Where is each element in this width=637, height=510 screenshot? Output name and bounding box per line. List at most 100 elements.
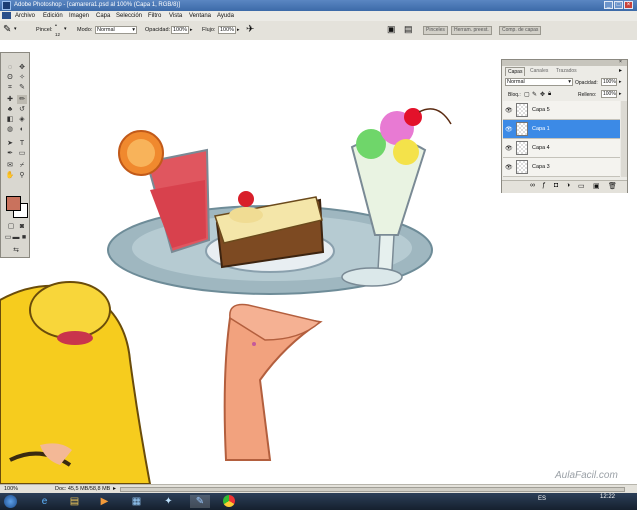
history-brush-icon[interactable]: ↺ — [17, 105, 27, 114]
pen-tool-icon[interactable]: ✒ — [5, 149, 15, 158]
minimize-button[interactable]: _ — [604, 1, 613, 9]
new-layer-icon[interactable]: ▣ — [593, 182, 600, 190]
opacity-arrow-icon[interactable]: ▸ — [190, 27, 193, 33]
notes-tool-icon[interactable]: ✉ — [5, 161, 15, 170]
lock-all-icon[interactable]: 🔒︎ — [548, 91, 551, 98]
visibility-eye-icon[interactable]: 👁︎ — [505, 107, 513, 114]
photoshop-thumb-icon[interactable]: ▦ — [130, 495, 143, 508]
marquee-tool-icon[interactable]: ◌ — [5, 63, 15, 72]
eraser-tool-icon[interactable]: ◧ — [5, 115, 15, 124]
quick-mask-icon[interactable]: ◙ — [17, 222, 27, 231]
photoshop-active-icon[interactable]: ✎ — [190, 495, 210, 508]
shape-tool-icon[interactable]: ▭ — [17, 149, 27, 158]
type-tool-icon[interactable]: T — [17, 139, 27, 148]
dock-tab-herramientas[interactable]: Herram. preest. — [451, 26, 492, 35]
opacity-input[interactable]: 100% — [171, 26, 189, 34]
menu-archivo[interactable]: Archivo — [15, 13, 35, 19]
magic-wand-icon[interactable]: ✧ — [17, 73, 27, 82]
menu-vista[interactable]: Vista — [169, 13, 182, 19]
delete-layer-icon[interactable]: 🗑︎ — [608, 182, 617, 190]
visibility-eye-icon[interactable]: 👁︎ — [505, 164, 513, 171]
crop-tool-icon[interactable]: ⌗ — [5, 83, 15, 92]
screen-mode-full-icon[interactable]: ■ — [20, 233, 28, 242]
lock-position-icon[interactable]: ✥ — [540, 91, 545, 98]
clone-stamp-icon[interactable]: ♣ — [5, 105, 15, 114]
clock[interactable]: 12:22 — [600, 494, 615, 500]
flow-input[interactable]: 100% — [218, 26, 236, 34]
layer-mask-icon[interactable]: ◘ — [554, 182, 558, 189]
panel-close-icon[interactable]: × — [619, 59, 622, 65]
lasso-tool-icon[interactable]: ʘ — [5, 73, 15, 82]
blur-tool-icon[interactable]: ◍ — [5, 125, 15, 134]
brush-dot-icon[interactable]: • — [55, 23, 57, 29]
app-menu-icon[interactable] — [2, 12, 11, 19]
path-selection-icon[interactable]: ➤ — [5, 139, 15, 148]
layer-opacity-arrow-icon[interactable]: ▸ — [619, 79, 622, 85]
brush-tool-selected-icon[interactable]: ✏ — [17, 95, 27, 104]
adjustment-layer-icon[interactable]: ◑ — [566, 182, 570, 189]
healing-brush-icon[interactable]: ✚ — [5, 95, 15, 104]
brush-tool-icon[interactable]: ✎ — [3, 24, 11, 35]
brush-size[interactable]: 12 — [55, 32, 60, 37]
zoom-level[interactable]: 100% — [4, 486, 18, 492]
flow-arrow-icon[interactable]: ▸ — [237, 27, 240, 33]
foreground-color-swatch[interactable] — [6, 196, 21, 211]
layer-row[interactable]: 👁︎ Capa 5 — [503, 101, 620, 120]
layers-scrollbar[interactable] — [621, 101, 627, 177]
new-group-icon[interactable]: ▭ — [578, 182, 585, 190]
status-arrow-icon[interactable]: ▸ — [113, 485, 116, 492]
screen-mode-menu-icon[interactable]: ▬ — [12, 233, 20, 242]
palette-well-icon[interactable]: ▤ — [404, 24, 413, 35]
file-explorer-icon[interactable]: ▤ — [68, 495, 81, 508]
network-app-icon[interactable]: ✦ — [162, 495, 175, 508]
standard-mode-icon[interactable]: ▢ — [6, 222, 16, 231]
airbrush-icon[interactable]: ✈ — [246, 24, 254, 35]
zoom-tool-icon[interactable]: ⚲ — [17, 171, 27, 180]
tab-trazados[interactable]: Trazados — [554, 67, 579, 75]
tool-preset-arrow-icon[interactable]: ▾ — [14, 26, 17, 32]
brush-picker-arrow-icon[interactable]: ▾ — [64, 26, 67, 32]
visibility-eye-icon[interactable]: 👁︎ — [505, 126, 513, 133]
lock-transparency-icon[interactable]: ▢ — [524, 91, 530, 98]
fill-input[interactable]: 100% — [601, 90, 617, 98]
start-orb-icon[interactable] — [4, 495, 17, 508]
dock-tab-pinceles[interactable]: Pinceles — [423, 26, 448, 35]
file-browser-icon[interactable]: ▣ — [387, 24, 396, 35]
menu-ayuda[interactable]: Ayuda — [217, 13, 234, 19]
eyedropper-icon[interactable]: ⌿ — [17, 161, 27, 170]
maximize-button[interactable]: □ — [614, 1, 623, 9]
visibility-eye-icon[interactable]: 👁︎ — [505, 145, 513, 152]
layer-row-selected[interactable]: 👁︎ Capa 1 — [503, 120, 620, 139]
link-layers-icon[interactable]: ∞ — [530, 182, 535, 189]
lock-pixels-icon[interactable]: ✎ — [532, 91, 537, 98]
mode-select[interactable]: Normal ▾ — [95, 26, 137, 34]
dock-tab-composiciones[interactable]: Comp. de capas — [499, 26, 542, 35]
menu-capa[interactable]: Capa — [96, 13, 110, 19]
layer-row[interactable]: 👁︎ Capa 4 — [503, 139, 620, 158]
screen-mode-standard-icon[interactable]: ▭ — [4, 233, 12, 242]
slice-tool-icon[interactable]: ✎ — [17, 83, 27, 92]
tab-capas[interactable]: Capas — [505, 67, 526, 76]
move-tool-icon[interactable]: ✥ — [17, 63, 27, 72]
language-indicator[interactable]: ES — [538, 496, 546, 502]
tab-canales[interactable]: Canales — [528, 67, 550, 75]
imageready-icon[interactable]: ⇆ — [6, 246, 26, 255]
blend-mode-select[interactable]: Normal ▾ — [505, 78, 573, 86]
paint-bucket-icon[interactable]: ◈ — [17, 115, 27, 124]
layer-row[interactable]: 👁︎ Capa 3 — [503, 158, 620, 177]
layer-opacity-input[interactable]: 100% — [601, 78, 617, 86]
chrome-icon[interactable] — [223, 495, 235, 507]
panel-menu-icon[interactable]: ▸ — [619, 67, 622, 74]
internet-explorer-icon[interactable]: e — [38, 495, 51, 508]
menu-seleccion[interactable]: Selección — [116, 13, 142, 19]
dodge-tool-icon[interactable]: ◐ — [17, 125, 27, 134]
close-button[interactable]: × — [624, 1, 633, 9]
layer-style-icon[interactable]: ƒ — [542, 182, 546, 189]
menu-ventana[interactable]: Ventana — [189, 13, 211, 19]
menu-edicion[interactable]: Edición — [43, 13, 63, 19]
menu-filtro[interactable]: Filtro — [148, 13, 161, 19]
media-player-icon[interactable]: ▶ — [98, 495, 111, 508]
hand-tool-icon[interactable]: ✋ — [5, 171, 15, 180]
menu-imagen[interactable]: Imagen — [69, 13, 89, 19]
fill-arrow-icon[interactable]: ▸ — [619, 91, 622, 97]
